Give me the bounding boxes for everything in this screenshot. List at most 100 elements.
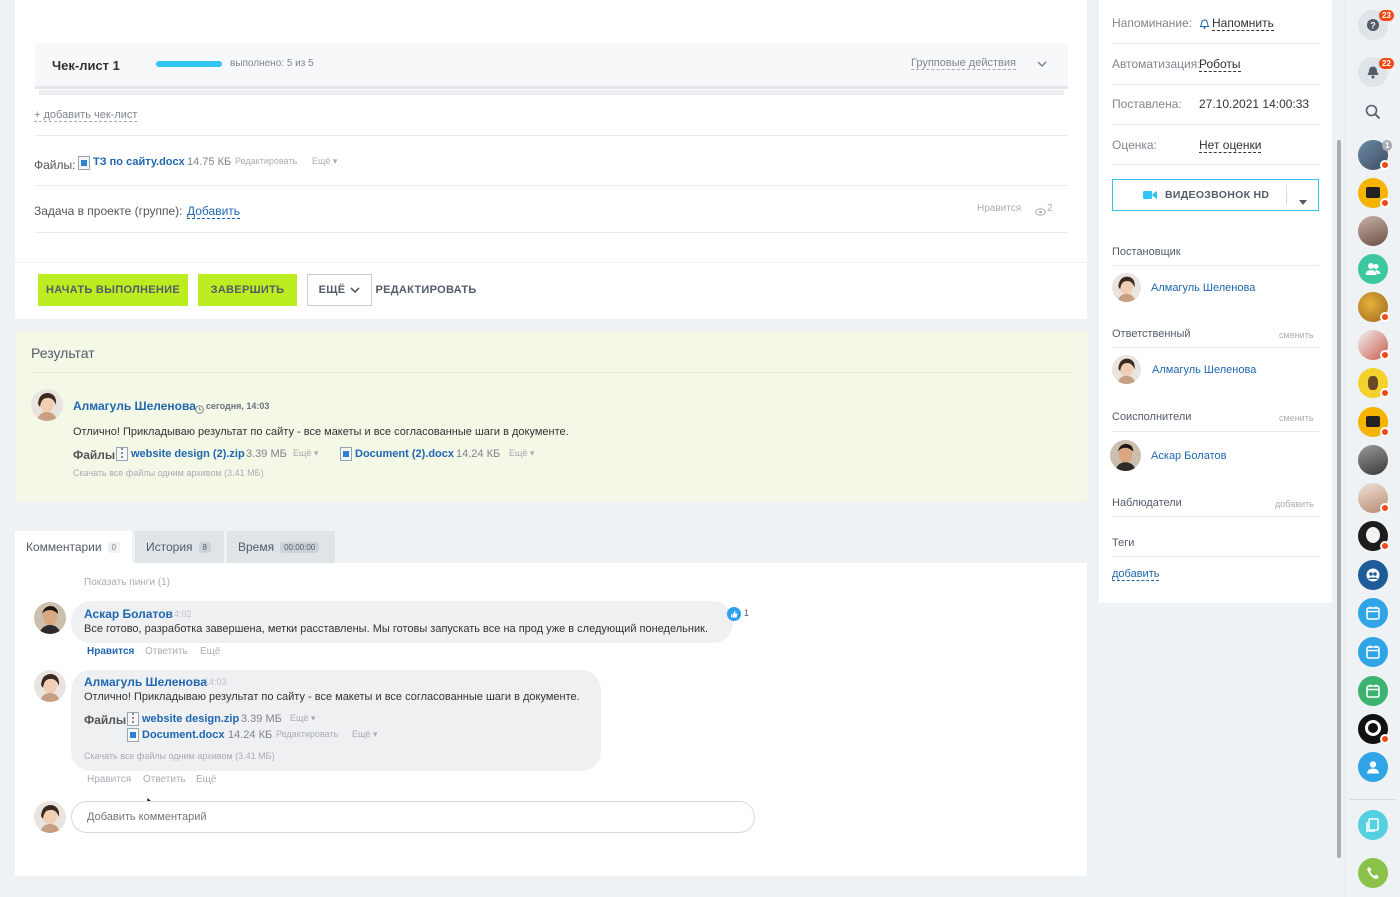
like-link[interactable]: Нравится xyxy=(977,203,1021,214)
views-count: 2 xyxy=(1047,203,1053,214)
add-checklist-link[interactable]: + добавить чек-лист xyxy=(34,109,138,122)
divider xyxy=(35,135,1068,136)
avatar[interactable] xyxy=(31,389,63,421)
result-file2-link[interactable]: Document (2).docx xyxy=(355,448,454,460)
file-more-link[interactable]: Ещё ▾ xyxy=(312,156,337,167)
video-call-button[interactable]: ВИДЕОЗВОНОК HD xyxy=(1112,179,1319,211)
comment-reply-link[interactable]: Ответить xyxy=(143,774,186,785)
file-more-label: Ещё xyxy=(312,156,331,166)
divider xyxy=(1112,516,1319,517)
divider xyxy=(1112,265,1319,266)
comment-like-link[interactable]: Нравится xyxy=(87,646,134,657)
avatar[interactable] xyxy=(1358,445,1388,475)
group-chat-icon[interactable] xyxy=(1358,254,1388,284)
comment-author[interactable]: Алмагуль Шеленова xyxy=(84,675,207,689)
video-call-divider xyxy=(1286,185,1287,205)
notifications-badge: 22 xyxy=(1379,58,1394,69)
calendar-icon[interactable] xyxy=(1358,637,1388,667)
comment-more-link[interactable]: Ещё xyxy=(200,646,220,657)
comment-file2-edit[interactable]: Редактировать xyxy=(276,729,338,739)
finish-button[interactable]: ЗАВЕРШИТЬ xyxy=(198,274,297,306)
project-label: Задача в проекте (группе): xyxy=(34,204,183,218)
doc-file-icon xyxy=(127,728,142,743)
comment-download-all[interactable]: Скачать все файлы одним архивом (3.41 МБ… xyxy=(84,751,275,761)
comment-file1-link[interactable]: website design.zip xyxy=(142,713,239,725)
avatar[interactable] xyxy=(1110,440,1141,471)
calendar-icon[interactable] xyxy=(1358,598,1388,628)
result-file2-more[interactable]: Ещё ▾ xyxy=(509,448,534,459)
chevron-down-icon[interactable] xyxy=(1036,57,1048,68)
more-actions-button[interactable]: ЕЩЁ xyxy=(307,274,372,306)
start-button[interactable]: НАЧАТЬ ВЫПОЛНЕНИЕ xyxy=(38,274,188,306)
checklist-progress-text: выполнено: 5 из 5 xyxy=(230,58,314,69)
status-dot xyxy=(1380,350,1390,360)
caret-down-icon[interactable] xyxy=(1299,193,1307,208)
tab-time-label: Время xyxy=(238,540,275,554)
avatar[interactable] xyxy=(34,801,66,833)
result-file1-more[interactable]: Ещё ▾ xyxy=(293,448,318,459)
file-link[interactable]: ТЗ по сайту.docx xyxy=(93,156,185,168)
coexec-link[interactable]: Аскар Болатов xyxy=(1151,450,1226,462)
group-chat-icon[interactable] xyxy=(1358,560,1388,590)
search-icon[interactable] xyxy=(1365,104,1381,123)
comment-reply-link[interactable]: Ответить xyxy=(145,646,188,657)
phone-icon[interactable] xyxy=(1358,858,1388,888)
tab-history-count: 8 xyxy=(198,541,211,553)
tab-comments[interactable]: Комментарии 0 xyxy=(15,531,132,563)
avatar[interactable] xyxy=(1112,355,1141,384)
add-comment-input[interactable] xyxy=(71,801,755,833)
tags-add-link[interactable]: добавить xyxy=(1112,568,1160,581)
avatar[interactable] xyxy=(34,602,66,634)
responsible-change-link[interactable]: сменить xyxy=(1279,330,1314,340)
share-screen-icon[interactable] xyxy=(1358,810,1388,840)
responsible-link[interactable]: Алмагуль Шеленова xyxy=(1152,364,1256,376)
comment-file2-more-label: Ещё xyxy=(352,729,371,739)
result-file1-link[interactable]: website design (2).zip xyxy=(131,448,245,460)
creator-title: Постановщик xyxy=(1112,246,1181,258)
reminder-link[interactable]: Напомнить xyxy=(1212,16,1274,31)
tab-time[interactable]: Время 00:00:00 xyxy=(227,531,335,563)
rating-link[interactable]: Нет оценки xyxy=(1199,138,1262,153)
like-icon[interactable] xyxy=(727,607,741,621)
coexec-change-link[interactable]: сменить xyxy=(1279,413,1314,423)
comment-file2-more[interactable]: Ещё ▾ xyxy=(352,729,377,740)
comment-file1-more[interactable]: Ещё ▾ xyxy=(290,713,315,724)
comment-author[interactable]: Аскар Болатов xyxy=(84,607,173,621)
checklist-progress-track xyxy=(156,61,222,67)
files-label: Файлы: xyxy=(34,158,76,172)
comment-more-link[interactable]: Ещё xyxy=(196,774,216,785)
zip-file-icon xyxy=(127,712,142,727)
reminder-label: Напоминание: xyxy=(1112,16,1193,30)
result-author[interactable]: Алмагуль Шеленова xyxy=(73,399,196,413)
comment-time: 14:03 xyxy=(204,677,227,687)
status-dot xyxy=(1380,503,1390,513)
status-dot xyxy=(1380,198,1390,208)
comment-like-link[interactable]: Нравится xyxy=(87,774,131,785)
comment-file1-more-label: Ещё xyxy=(290,713,309,723)
task-sidebar xyxy=(1099,0,1332,603)
more-actions-label: ЕЩЁ xyxy=(318,284,346,296)
edit-task-button[interactable]: РЕДАКТИРОВАТЬ xyxy=(375,274,476,306)
automation-link[interactable]: Роботы xyxy=(1199,57,1241,72)
rating-label: Оценка: xyxy=(1112,138,1157,152)
comment-file2-link[interactable]: Document.docx xyxy=(142,729,225,741)
right-bar-scrollbar[interactable] xyxy=(1337,140,1341,858)
avatar[interactable] xyxy=(1112,273,1141,302)
result-file2-size: 14.24 КБ xyxy=(456,448,501,460)
avatar[interactable] xyxy=(34,670,66,702)
divider xyxy=(1112,84,1319,85)
divider xyxy=(1112,164,1319,165)
download-all-link[interactable]: Скачать все файлы одним архивом (3.41 МБ… xyxy=(73,468,264,478)
coexec-title: Соисполнители xyxy=(1112,411,1192,423)
divider xyxy=(31,372,1071,373)
avatar[interactable] xyxy=(1358,216,1388,246)
user-icon[interactable] xyxy=(1358,752,1388,782)
observers-add-link[interactable]: добавить xyxy=(1275,499,1314,509)
creator-link[interactable]: Алмагуль Шеленова xyxy=(1151,282,1255,294)
group-actions-link[interactable]: Групповые действия xyxy=(911,57,1016,70)
tab-history[interactable]: История 8 xyxy=(135,531,224,563)
file-edit-link[interactable]: Редактировать xyxy=(235,156,297,166)
show-pings-link[interactable]: Показать пинги (1) xyxy=(84,577,170,588)
project-add-link[interactable]: Добавить xyxy=(187,204,241,219)
calendar-icon[interactable] xyxy=(1358,676,1388,706)
